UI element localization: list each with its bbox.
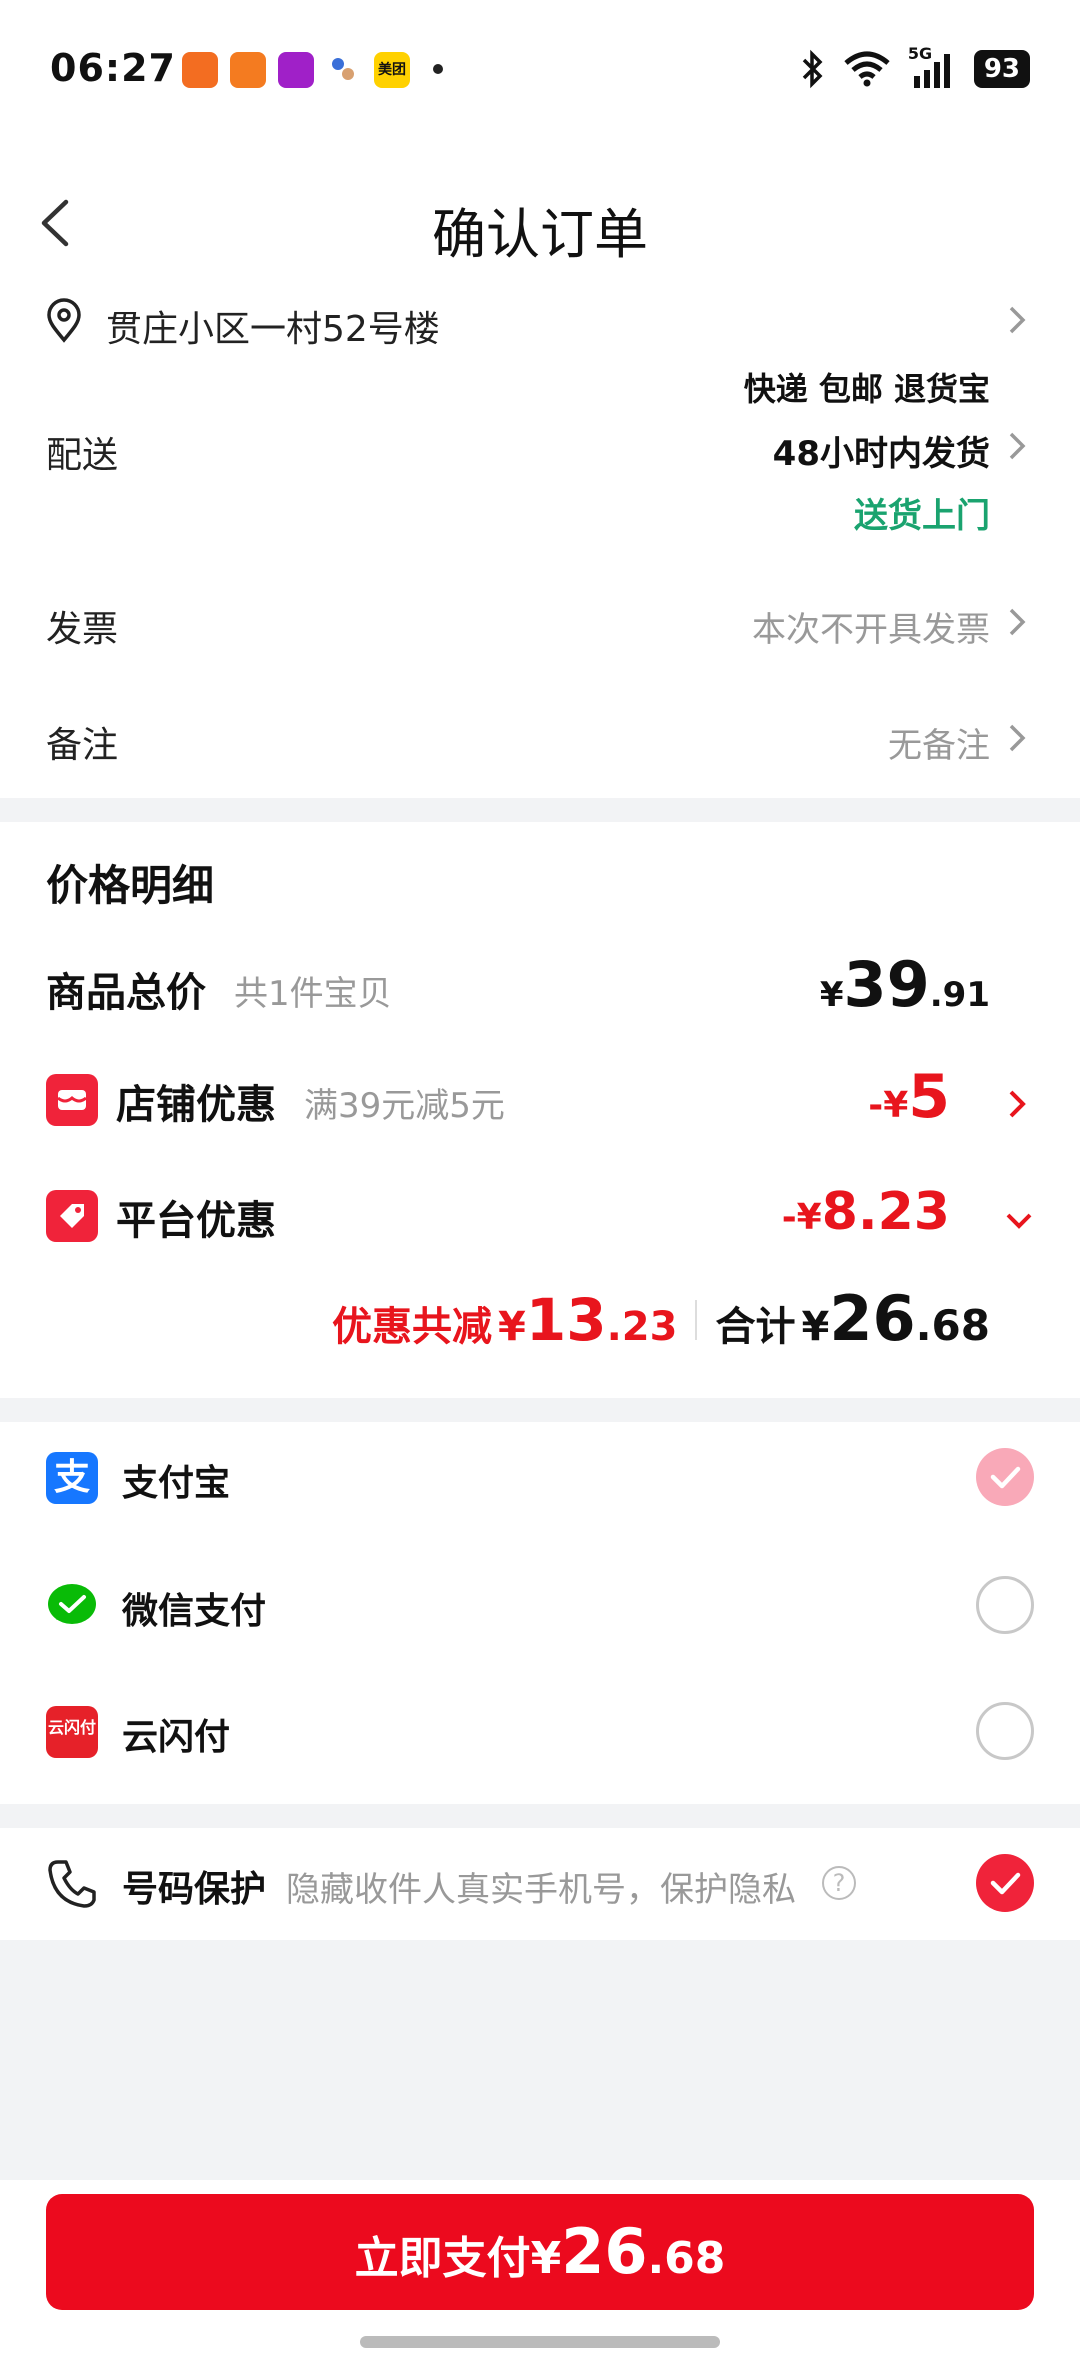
cellular-signal-icon: 5G [908,44,958,90]
phone-icon [48,1860,96,1908]
remark-label: 备注 [46,725,119,766]
price-detail-title: 价格明细 [46,861,215,910]
payment-option-unionpay[interactable]: 云闪付 云闪付 [0,1676,1080,1800]
number-protection-label: 号码保护 [122,1869,267,1910]
tag-icon [46,1190,98,1242]
saved-amount-int: 13 [525,1286,607,1354]
saved-amount-dec: .23 [606,1304,678,1350]
chevron-right-icon [1009,432,1026,460]
number-protection-row[interactable]: 号码保护 隐藏收件人真实手机号，保护隐私 ? [0,1828,1080,1940]
shop-discount-amount: -¥5 [868,1062,950,1132]
pay-button-amount-dec: .68 [647,2233,726,2284]
pay-button-label: 立即支付 [354,2233,531,2284]
nav-header: 确认订单 [0,140,1080,300]
status-right: 5G 93 [800,44,1030,90]
alipay-icon: 支 [46,1452,98,1504]
total-amount-int: 26 [829,1282,916,1355]
pay-now-button[interactable]: 立即支付¥26.68 [46,2194,1034,2310]
discount-summary: 优惠共减 ¥ 13 .23 合计 ¥ 26 .68 [332,1282,990,1372]
platform-discount-amount: -¥8.23 [781,1182,950,1242]
payment-option-wechat[interactable]: 微信支付 [0,1550,1080,1674]
total-currency: ¥ [801,1304,830,1350]
remark-row[interactable]: 备注 无备注 [0,696,1080,796]
wifi-icon [844,51,890,87]
goods-total-label: 商品总价 [46,970,206,1016]
pay-button-amount-int: 26 [561,2215,648,2288]
payment-label: 云闪付 [122,1717,231,1758]
help-icon[interactable]: ? [822,1866,856,1900]
location-pin-icon [47,298,81,343]
status-time: 06:27 [50,46,176,90]
page-title: 确认订单 [432,203,648,266]
wechat-pay-icon [46,1580,98,1632]
goods-total-amount: ¥39.91 [819,948,990,1021]
invoice-value: 本次不开具发票 [752,610,990,650]
order-confirm-screen: 06:27 美团 5G 93 确认订单 贯庄小区一村52号楼 配送 快递 包邮 … [0,0,1080,2372]
total-amount-dec: .68 [915,1301,990,1350]
chevron-right-icon [1009,1090,1026,1118]
remark-value: 无备注 [888,726,990,766]
saved-currency: ¥ [498,1304,526,1350]
bell-notification-icon [278,52,314,88]
platform-discount-label: 平台优惠 [116,1198,276,1244]
chevron-down-icon [1006,1213,1032,1229]
chevron-right-icon [1009,608,1026,636]
app-notification-icon [182,52,218,88]
battery-indicator: 93 [973,50,1030,88]
shop-discount-row[interactable]: 店铺优惠 满39元减5元 -¥5 [0,1062,1080,1146]
chevron-right-icon [1009,724,1026,752]
bluetooth-icon [802,49,823,89]
payment-label: 微信支付 [122,1591,267,1632]
bottom-pay-bar: 立即支付¥26.68 [0,2180,1080,2372]
home-indicator[interactable] [360,2336,720,2348]
payment-radio-selected[interactable] [976,1448,1034,1506]
chevron-right-icon [1009,306,1026,334]
goods-count: 共1件宝贝 [234,974,392,1014]
payment-option-alipay[interactable]: 支 支付宝 [0,1422,1080,1546]
saved-label: 优惠共减 [332,1304,493,1350]
number-protection-desc: 隐藏收件人真实手机号，保护隐私 [286,1870,796,1910]
total-label: 合计 [715,1304,796,1350]
app-notification-icon [326,52,362,88]
delivery-door-service: 送货上门 [854,496,990,536]
payment-radio[interactable] [976,1702,1034,1760]
meituan-notification-icon: 美团 [374,52,410,88]
shop-icon [46,1074,98,1126]
address-row[interactable]: 贯庄小区一村52号楼 [0,280,1080,364]
invoice-row[interactable]: 发票 本次不开具发票 [0,580,1080,680]
payment-label: 支付宝 [122,1463,231,1504]
invoice-label: 发票 [46,609,119,650]
pay-button-currency: ¥ [530,2233,562,2284]
divider [695,1300,698,1340]
delivery-label: 配送 [46,435,119,476]
delivery-row[interactable]: 配送 快递 包邮 退货宝 48小时内发货 送货上门 [0,364,1080,544]
goods-total-row: 商品总价 共1件宝贝 ¥39.91 [0,948,1080,1034]
platform-discount-row[interactable]: 平台优惠 -¥8.23 [0,1182,1080,1262]
unionpay-icon: 云闪付 [46,1706,98,1758]
price-detail-card: 价格明细 商品总价 共1件宝贝 ¥39.91 店铺优惠 满39元减5元 -¥5 … [0,822,1080,1398]
shop-discount-rule: 满39元减5元 [304,1086,505,1126]
number-protection-toggle[interactable] [976,1854,1034,1912]
delivery-time: 48小时内发货 [772,434,990,474]
payment-radio[interactable] [976,1576,1034,1634]
payment-methods-card: 支 支付宝 微信支付 云闪付 云闪付 [0,1422,1080,1804]
delivery-service-tags: 快递 包邮 退货宝 [743,370,990,408]
more-notifications-icon [433,64,443,74]
app-notification-icon [230,52,266,88]
shop-discount-label: 店铺优惠 [116,1082,276,1128]
network-type: 5G [907,44,933,63]
status-bar: 06:27 美团 5G 93 [0,0,1080,140]
address-text: 贯庄小区一村52号楼 [106,309,440,350]
order-info-card: 贯庄小区一村52号楼 配送 快递 包邮 退货宝 48小时内发货 送货上门 发票 … [0,280,1080,798]
